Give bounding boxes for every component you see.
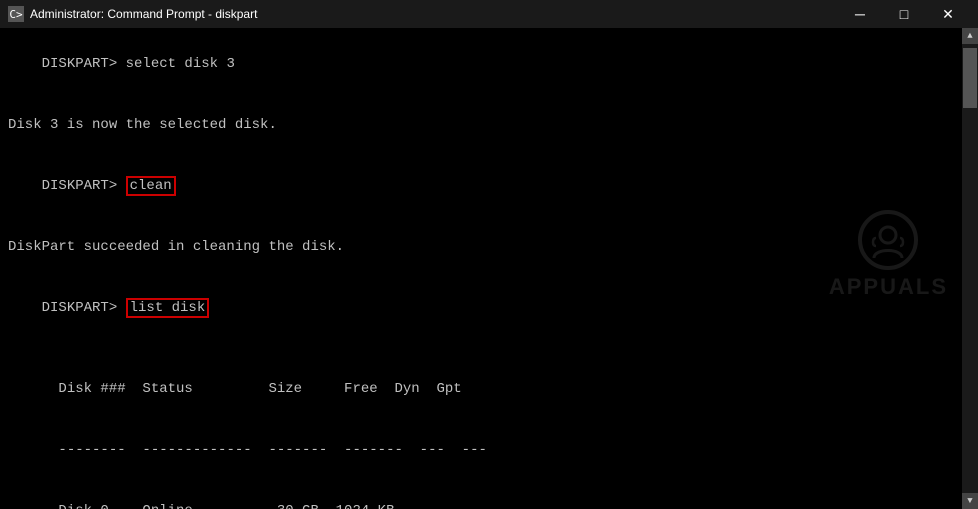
disk-row-0: Disk 0 Online 30 GB 1024 KB — [8, 481, 954, 509]
line-blank-3 — [8, 217, 954, 237]
titlebar-title: Administrator: Command Prompt - diskpart — [30, 7, 257, 21]
terminal-content: DISKPART> select disk 3 Disk 3 is now th… — [0, 28, 962, 509]
cmd-icon: C> — [8, 6, 24, 22]
disk-table-header: Disk ### Status Size Free Dyn Gpt — [8, 359, 954, 420]
line-disk3-selected: Disk 3 is now the selected disk. — [8, 115, 954, 135]
cmd-clean: clean — [126, 176, 176, 196]
line-blank-5 — [8, 338, 954, 358]
scroll-down-button[interactable]: ▼ — [962, 493, 978, 509]
prompt-clean: DISKPART> — [42, 178, 126, 194]
line-clean-success: DiskPart succeeded in cleaning the disk. — [8, 237, 954, 257]
titlebar-controls: ─ □ ✕ — [838, 0, 970, 28]
line-clean: DISKPART> clean — [8, 156, 954, 217]
line-list-disk: DISKPART> list disk — [8, 278, 954, 339]
cmd-list-disk: list disk — [126, 298, 210, 318]
prompt: DISKPART> — [42, 56, 126, 72]
line-blank-4 — [8, 257, 954, 277]
scroll-up-button[interactable]: ▲ — [962, 28, 978, 44]
prompt-list: DISKPART> — [42, 300, 126, 316]
titlebar: C> Administrator: Command Prompt - diskp… — [0, 0, 978, 28]
scrollbar: ▲ ▼ — [962, 28, 978, 509]
line-select-disk: DISKPART> select disk 3 — [8, 34, 954, 95]
maximize-button[interactable]: □ — [882, 0, 926, 28]
disk-table-sep: -------- ------------- ------- ------- -… — [8, 420, 954, 481]
scrollbar-track[interactable] — [962, 44, 978, 493]
titlebar-left: C> Administrator: Command Prompt - diskp… — [8, 6, 257, 22]
line-blank-2 — [8, 135, 954, 155]
minimize-button[interactable]: ─ — [838, 0, 882, 28]
line-blank-1 — [8, 95, 954, 115]
close-button[interactable]: ✕ — [926, 0, 970, 28]
scrollbar-thumb[interactable] — [963, 48, 977, 108]
